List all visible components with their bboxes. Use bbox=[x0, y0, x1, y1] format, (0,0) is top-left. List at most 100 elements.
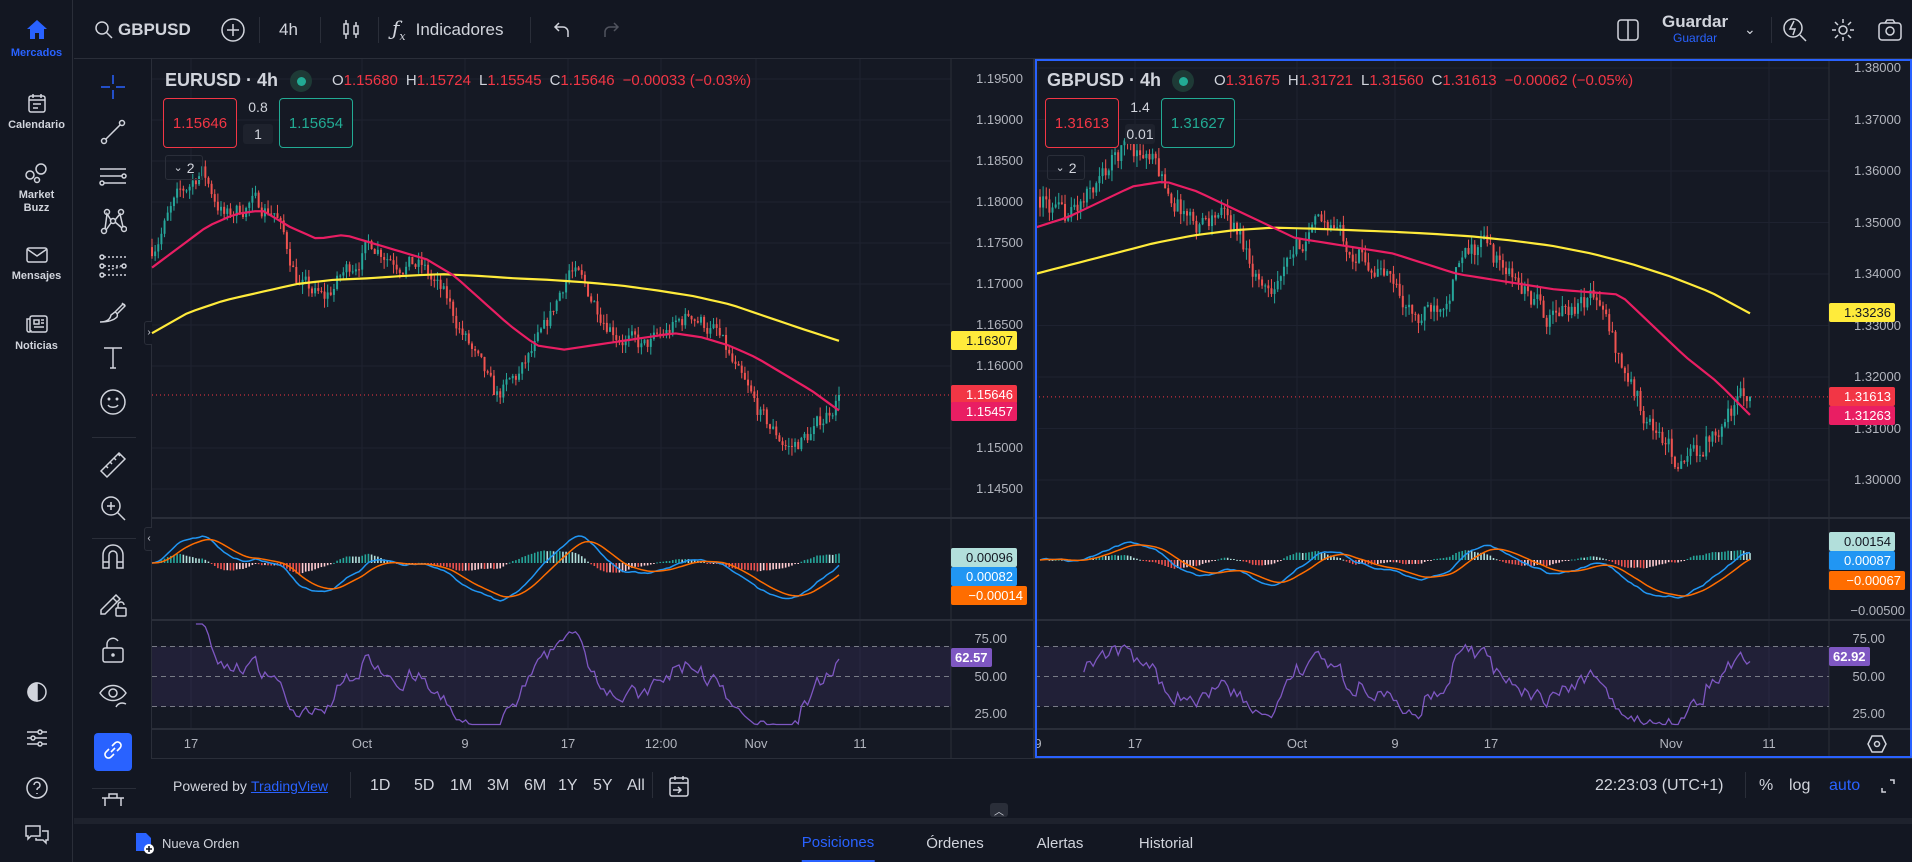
candle bbox=[1389, 270, 1392, 283]
macd-histogram-bar bbox=[565, 551, 567, 563]
range-1m[interactable]: 1M bbox=[450, 759, 472, 812]
collapse-panel-button[interactable]: ︿ bbox=[990, 803, 1008, 818]
candle bbox=[712, 318, 715, 330]
macd-histogram-bar bbox=[606, 563, 608, 573]
new-order-button[interactable]: Nueva Orden bbox=[134, 824, 239, 862]
candle bbox=[314, 283, 317, 297]
candle bbox=[1733, 399, 1736, 426]
range-5y[interactable]: 5Y bbox=[593, 759, 613, 812]
chevron-down-icon: ⌄ bbox=[173, 162, 183, 174]
buy-button[interactable]: 1.31627 bbox=[1161, 98, 1235, 148]
range-all[interactable]: All bbox=[627, 759, 645, 812]
chart-divider[interactable] bbox=[1033, 59, 1035, 758]
range-1y[interactable]: 1Y bbox=[558, 759, 578, 812]
candle bbox=[232, 211, 235, 224]
candle bbox=[216, 193, 219, 215]
candle bbox=[524, 355, 527, 369]
range-5d[interactable]: 5D bbox=[414, 759, 434, 812]
price-tick: 1.17000 bbox=[976, 276, 1023, 291]
macd-histogram-bar bbox=[223, 563, 225, 571]
chart-title[interactable]: EURUSD · 4h bbox=[165, 70, 278, 91]
macd-value-tag: 0.00087 bbox=[1829, 551, 1895, 570]
candle bbox=[514, 373, 517, 386]
macd-histogram-bar bbox=[1142, 560, 1145, 561]
candle bbox=[709, 321, 712, 339]
candle bbox=[765, 407, 768, 429]
indicators-collapse-button[interactable]: ⌄ 2 bbox=[1047, 155, 1085, 180]
macd-histogram-bar bbox=[1642, 560, 1645, 569]
candle bbox=[179, 180, 182, 197]
goto-date-button[interactable] bbox=[668, 759, 690, 812]
macd-histogram-bar bbox=[537, 551, 539, 563]
macd-histogram-bar bbox=[452, 563, 454, 569]
indicators-collapse-button[interactable]: ⌄ 2 bbox=[165, 155, 203, 180]
range-3m[interactable]: 3M bbox=[487, 759, 509, 812]
candle bbox=[1705, 425, 1708, 460]
time-tick: 17 bbox=[1483, 736, 1499, 751]
spread-quantity[interactable]: 0.01 bbox=[1125, 124, 1155, 144]
market-status-dot[interactable] bbox=[1172, 70, 1194, 92]
log-toggle[interactable]: log bbox=[1789, 759, 1810, 812]
macd-histogram-bar bbox=[1430, 560, 1432, 561]
macd-histogram-bar bbox=[1611, 560, 1614, 563]
macd-histogram-bar bbox=[204, 559, 207, 563]
tradingview-link[interactable]: TradingView bbox=[251, 778, 328, 794]
candle bbox=[1373, 266, 1376, 278]
candle bbox=[480, 353, 483, 359]
candle bbox=[1358, 247, 1361, 264]
candle bbox=[602, 314, 605, 331]
macd-histogram-bar bbox=[577, 554, 580, 563]
candle bbox=[1467, 239, 1470, 255]
sell-button[interactable]: 1.15646 bbox=[163, 98, 237, 148]
macd-histogram-bar bbox=[1139, 559, 1141, 561]
tab-alerts[interactable]: Alertas bbox=[1037, 824, 1084, 862]
clock[interactable]: 22:23:03 (UTC+1) bbox=[1595, 759, 1724, 812]
axis-settings-button[interactable] bbox=[1867, 734, 1887, 759]
candle bbox=[1282, 257, 1285, 285]
buy-button[interactable]: 1.15654 bbox=[279, 98, 353, 148]
candle bbox=[1286, 256, 1289, 275]
candle bbox=[784, 440, 787, 451]
candle bbox=[787, 437, 790, 455]
macd-histogram-bar bbox=[668, 561, 671, 563]
candle bbox=[449, 289, 452, 309]
macd-histogram-bar bbox=[348, 556, 351, 563]
time-tick: 11 bbox=[1762, 736, 1776, 751]
macd-histogram-bar bbox=[788, 563, 790, 567]
auto-toggle[interactable]: auto bbox=[1829, 759, 1860, 812]
range-1d[interactable]: 1D bbox=[370, 759, 390, 812]
time-tick: 12:00 bbox=[644, 736, 678, 751]
candle bbox=[427, 261, 430, 280]
macd-histogram-bar bbox=[766, 563, 768, 571]
macd-histogram-bar bbox=[217, 563, 219, 569]
macd-histogram-bar bbox=[1161, 560, 1163, 565]
candle bbox=[627, 328, 630, 347]
new-order-label: Nueva Orden bbox=[162, 835, 240, 851]
macd-signal-tag: −0.00067 bbox=[1829, 571, 1905, 590]
macd-histogram-bar bbox=[474, 563, 476, 570]
spread-quantity[interactable]: 1 bbox=[243, 124, 273, 144]
percent-toggle[interactable]: % bbox=[1759, 759, 1773, 812]
tab-positions[interactable]: Posiciones bbox=[801, 824, 875, 862]
candle bbox=[1135, 142, 1138, 168]
chart-title[interactable]: GBPUSD · 4h bbox=[1047, 70, 1161, 91]
fullscreen-button[interactable] bbox=[1880, 759, 1896, 812]
candle bbox=[1201, 212, 1204, 226]
macd-histogram-bar bbox=[1292, 554, 1295, 560]
macd-histogram-bar bbox=[571, 552, 574, 563]
tab-orders[interactable]: Órdenes bbox=[926, 824, 984, 862]
macd-histogram-bar bbox=[254, 563, 257, 564]
market-status-dot[interactable] bbox=[290, 70, 312, 92]
candle bbox=[637, 326, 640, 354]
macd-histogram-bar bbox=[530, 553, 533, 563]
candle bbox=[812, 417, 815, 441]
tab-history[interactable]: Historial bbox=[1139, 824, 1193, 862]
candle bbox=[643, 339, 646, 346]
macd-histogram-bar bbox=[326, 563, 329, 566]
range-6m[interactable]: 6M bbox=[524, 759, 546, 812]
ohlc-values: O1.15680 H1.15724 L1.15545 C1.15646 −0.00033… bbox=[332, 72, 751, 89]
sell-button[interactable]: 1.31613 bbox=[1045, 98, 1119, 148]
candle bbox=[1742, 377, 1745, 406]
candle bbox=[1623, 366, 1626, 382]
candle bbox=[486, 369, 489, 375]
